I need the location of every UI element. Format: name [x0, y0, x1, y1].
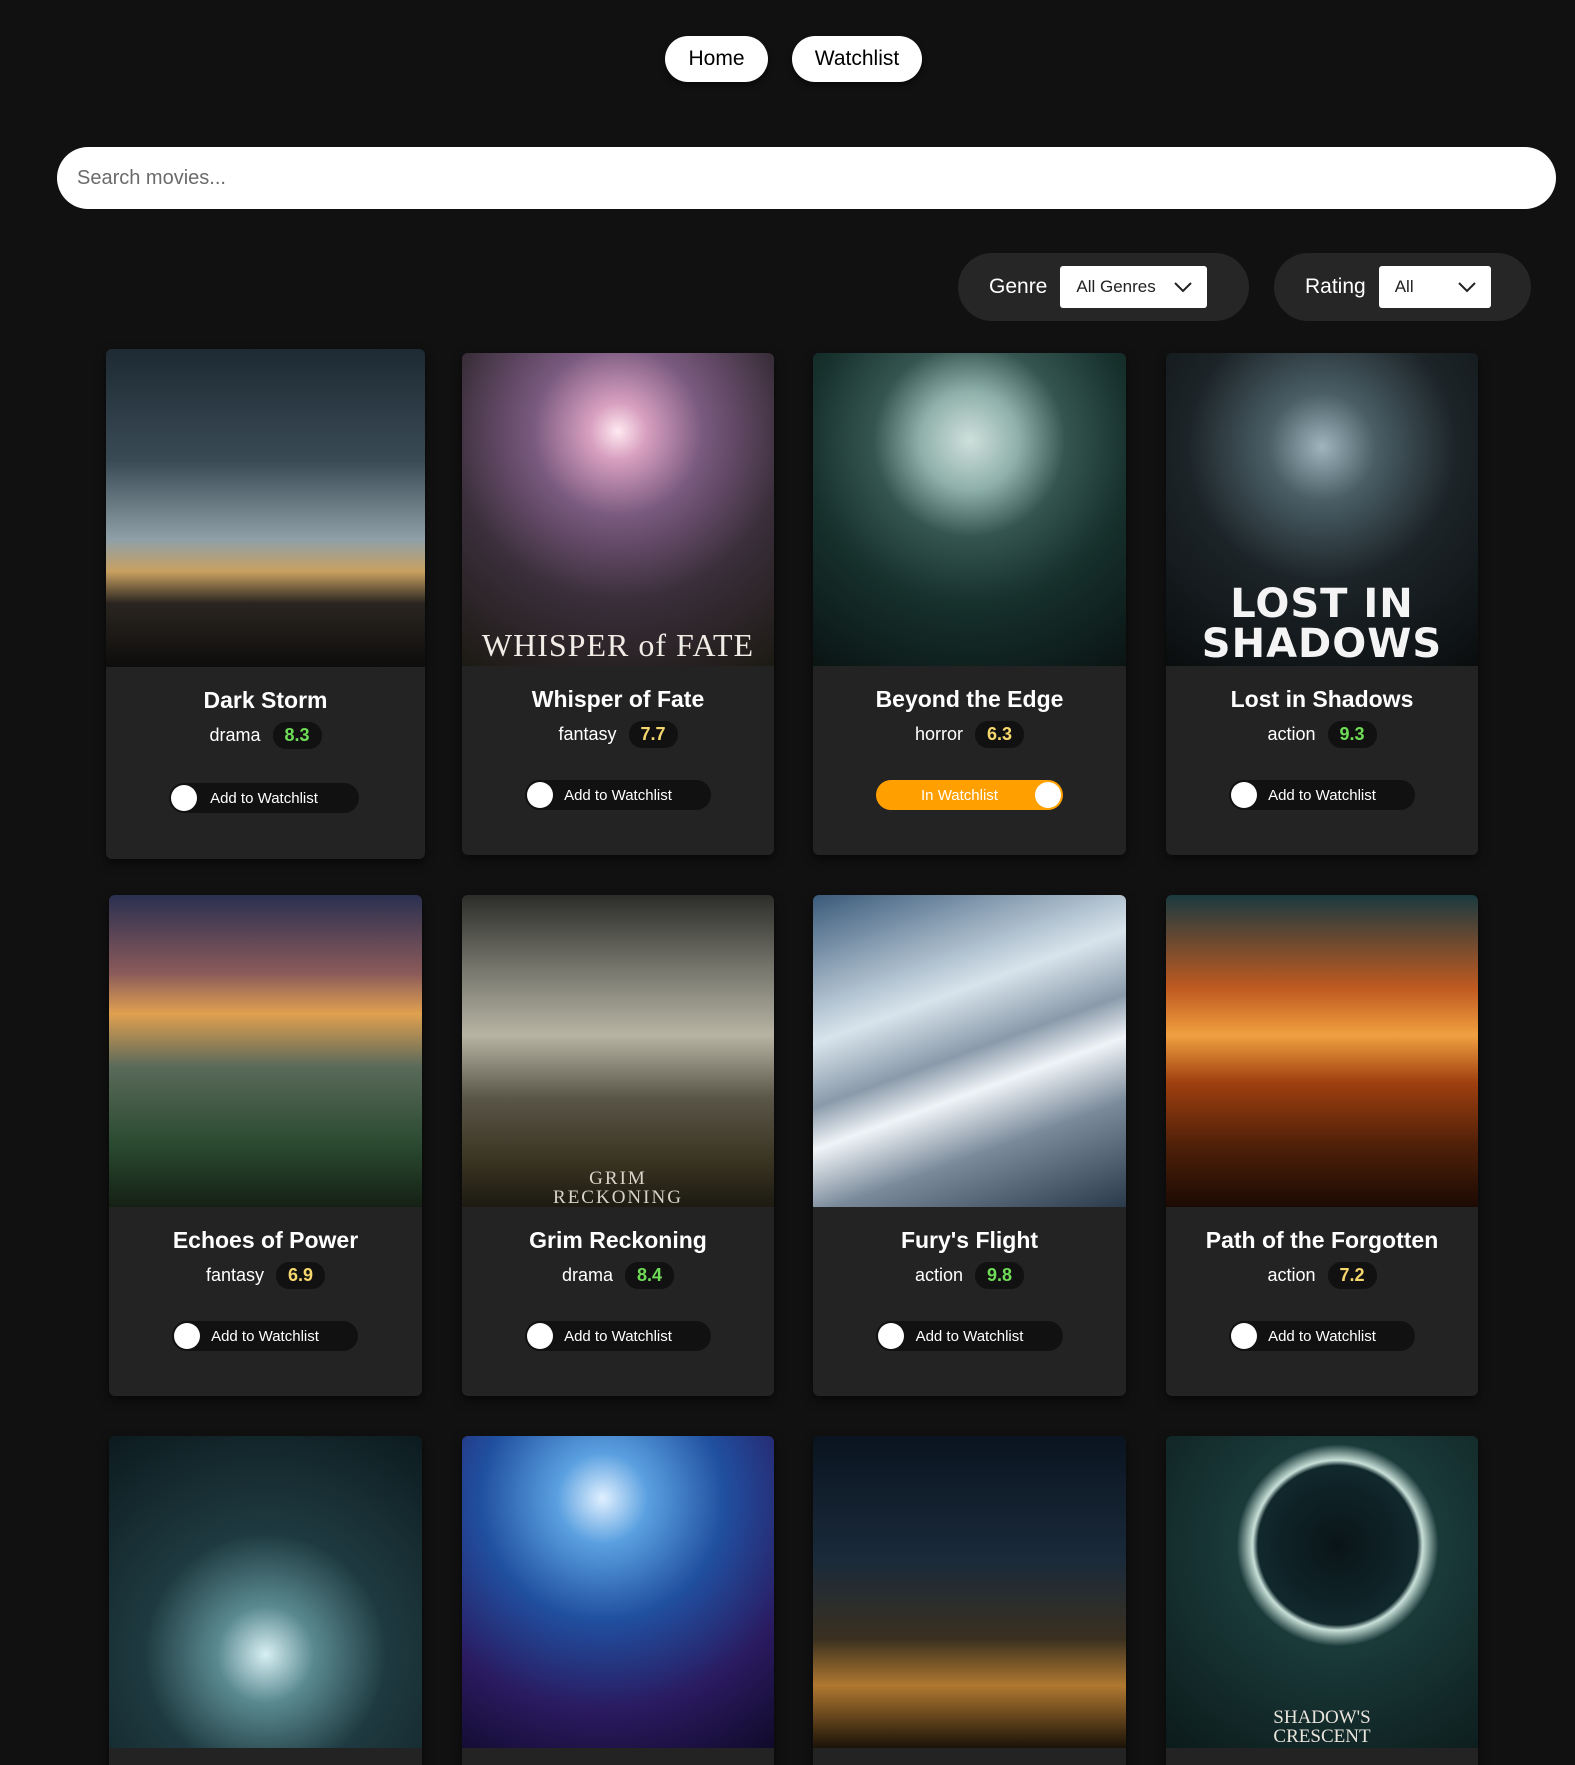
- movie-meta: fantasy 6.9: [109, 1262, 422, 1289]
- poster-title-text: GRIM RECKONING: [553, 1168, 683, 1208]
- rating-badge: 8.4: [625, 1262, 675, 1289]
- movie-card[interactable]: LOST IN SHADOWS Lost in Shadows action 9…: [1166, 353, 1478, 855]
- movie-poster: [106, 349, 425, 667]
- movie-card[interactable]: WHISPER of FATE Whisper of Fate fantasy …: [462, 353, 774, 855]
- watchlist-toggle-label: Add to Watchlist: [210, 789, 318, 807]
- movie-poster: [109, 895, 422, 1207]
- watchlist-toggle[interactable]: Add to Watchlist: [1229, 1321, 1415, 1351]
- poster-title-text: WHISPER of FATE: [481, 627, 755, 663]
- rating-select[interactable]: All: [1378, 266, 1491, 308]
- watchlist-toggle-label: Add to Watchlist: [1268, 786, 1376, 804]
- movie-poster: SHADOW'S CRESCENT: [1166, 1436, 1478, 1748]
- movie-card[interactable]: Fury's Flight action 9.8 Add to Watchlis…: [813, 895, 1126, 1396]
- poster-title-text: SHADOW'S CRESCENT: [1273, 1707, 1371, 1747]
- poster-title-text: LOST IN SHADOWS: [1201, 581, 1443, 667]
- movie-genre: fantasy: [558, 724, 617, 744]
- movie-meta: action 9.3: [1166, 721, 1478, 748]
- home-button[interactable]: Home: [665, 36, 768, 82]
- watchlist-toggle[interactable]: Add to Watchlist: [876, 1321, 1063, 1351]
- movie-poster: [813, 1436, 1126, 1748]
- search-input[interactable]: [57, 147, 1556, 209]
- watchlist-toggle[interactable]: Add to Watchlist: [525, 780, 711, 810]
- movie-genre: action: [1267, 1265, 1316, 1285]
- movie-card[interactable]: [813, 1436, 1126, 1765]
- rating-badge: 7.7: [628, 721, 678, 748]
- movie-meta: action 7.2: [1166, 1262, 1478, 1289]
- chevron-down-icon: [1174, 282, 1193, 293]
- movie-poster: [462, 1436, 774, 1748]
- watchlist-toggle-label: Add to Watchlist: [1268, 1327, 1376, 1345]
- movie-title: Echoes of Power: [172, 1227, 359, 1253]
- movie-card[interactable]: Path of the Forgotten action 7.2 Add to …: [1166, 895, 1478, 1396]
- movie-meta: horror 6.3: [813, 721, 1126, 748]
- watchlist-toggle-label: Add to Watchlist: [915, 1327, 1024, 1345]
- movie-card[interactable]: [462, 1436, 774, 1765]
- movie-poster: WHISPER of FATE: [462, 353, 774, 666]
- genre-filter-label: Genre: [989, 275, 1048, 298]
- movie-card[interactable]: SHADOW'S CRESCENT: [1166, 1436, 1478, 1765]
- movie-genre: drama: [209, 725, 261, 745]
- rating-badge: 6.9: [276, 1262, 326, 1289]
- watchlist-toggle-label: Add to Watchlist: [564, 786, 672, 804]
- rating-badge: 8.3: [272, 722, 322, 749]
- watchlist-toggle[interactable]: In Watchlist: [876, 780, 1063, 810]
- rating-filter-label: Rating: [1305, 275, 1366, 298]
- genre-filter: Genre All Genres: [958, 253, 1249, 321]
- movie-title: Whisper of Fate: [531, 686, 705, 712]
- watchlist-nav-button[interactable]: Watchlist: [792, 36, 922, 82]
- rating-badge: 6.3: [974, 721, 1025, 748]
- rating-badge: 7.2: [1327, 1262, 1377, 1289]
- watchlist-toggle-label: Add to Watchlist: [211, 1327, 319, 1345]
- movie-genre: drama: [561, 1265, 613, 1285]
- movie-poster: [1166, 895, 1478, 1207]
- watchlist-toggle-label: Add to Watchlist: [564, 1327, 672, 1345]
- toggle-knob: [1035, 782, 1061, 808]
- movie-card[interactable]: GRIM RECKONING Grim Reckoning drama 8.4 …: [462, 895, 774, 1396]
- movie-title: Grim Reckoning: [529, 1227, 707, 1253]
- movie-title: Lost in Shadows: [1230, 686, 1414, 712]
- movie-genre: action: [914, 1265, 963, 1285]
- rating-filter: Rating All: [1274, 253, 1531, 321]
- watchlist-toggle[interactable]: Add to Watchlist: [1229, 780, 1415, 810]
- movie-title: Dark Storm: [203, 687, 328, 713]
- movie-genre: horror: [914, 724, 963, 744]
- movie-card[interactable]: Beyond the Edge horror 6.3 In Watchlist: [813, 353, 1126, 855]
- movie-title: Fury's Flight: [900, 1227, 1039, 1253]
- movie-title: Path of the Forgotten: [1205, 1227, 1439, 1253]
- movie-meta: action 9.8: [813, 1262, 1126, 1289]
- rating-badge: 9.3: [1327, 721, 1377, 748]
- movie-poster: [109, 1436, 422, 1748]
- rating-select-value: All: [1394, 277, 1414, 296]
- movie-title: Beyond the Edge: [875, 686, 1064, 712]
- movie-poster: LOST IN SHADOWS: [1166, 353, 1478, 666]
- movie-meta: drama 8.4: [462, 1262, 774, 1289]
- genre-select-value: All Genres: [1076, 277, 1156, 296]
- watchlist-toggle[interactable]: Add to Watchlist: [172, 1321, 358, 1351]
- top-nav: Home Watchlist: [0, 36, 1575, 82]
- movie-card[interactable]: Echoes of Power fantasy 6.9 Add to Watch…: [109, 895, 422, 1396]
- watchlist-toggle[interactable]: Add to Watchlist: [169, 783, 359, 813]
- movie-poster: [813, 353, 1126, 666]
- movie-meta: drama 8.3: [106, 722, 425, 749]
- movie-card[interactable]: [109, 1436, 422, 1765]
- chevron-down-icon: [1457, 282, 1476, 293]
- movie-genre: fantasy: [205, 1265, 264, 1285]
- movie-genre: action: [1267, 724, 1316, 744]
- movie-poster: GRIM RECKONING: [462, 895, 774, 1207]
- movie-meta: fantasy 7.7: [462, 721, 774, 748]
- movie-card[interactable]: Dark Storm drama 8.3 Add to Watchlist: [106, 349, 425, 859]
- movie-poster: [813, 895, 1126, 1207]
- rating-badge: 9.8: [975, 1262, 1025, 1289]
- watchlist-toggle[interactable]: Add to Watchlist: [525, 1321, 711, 1351]
- genre-select[interactable]: All Genres: [1060, 266, 1208, 308]
